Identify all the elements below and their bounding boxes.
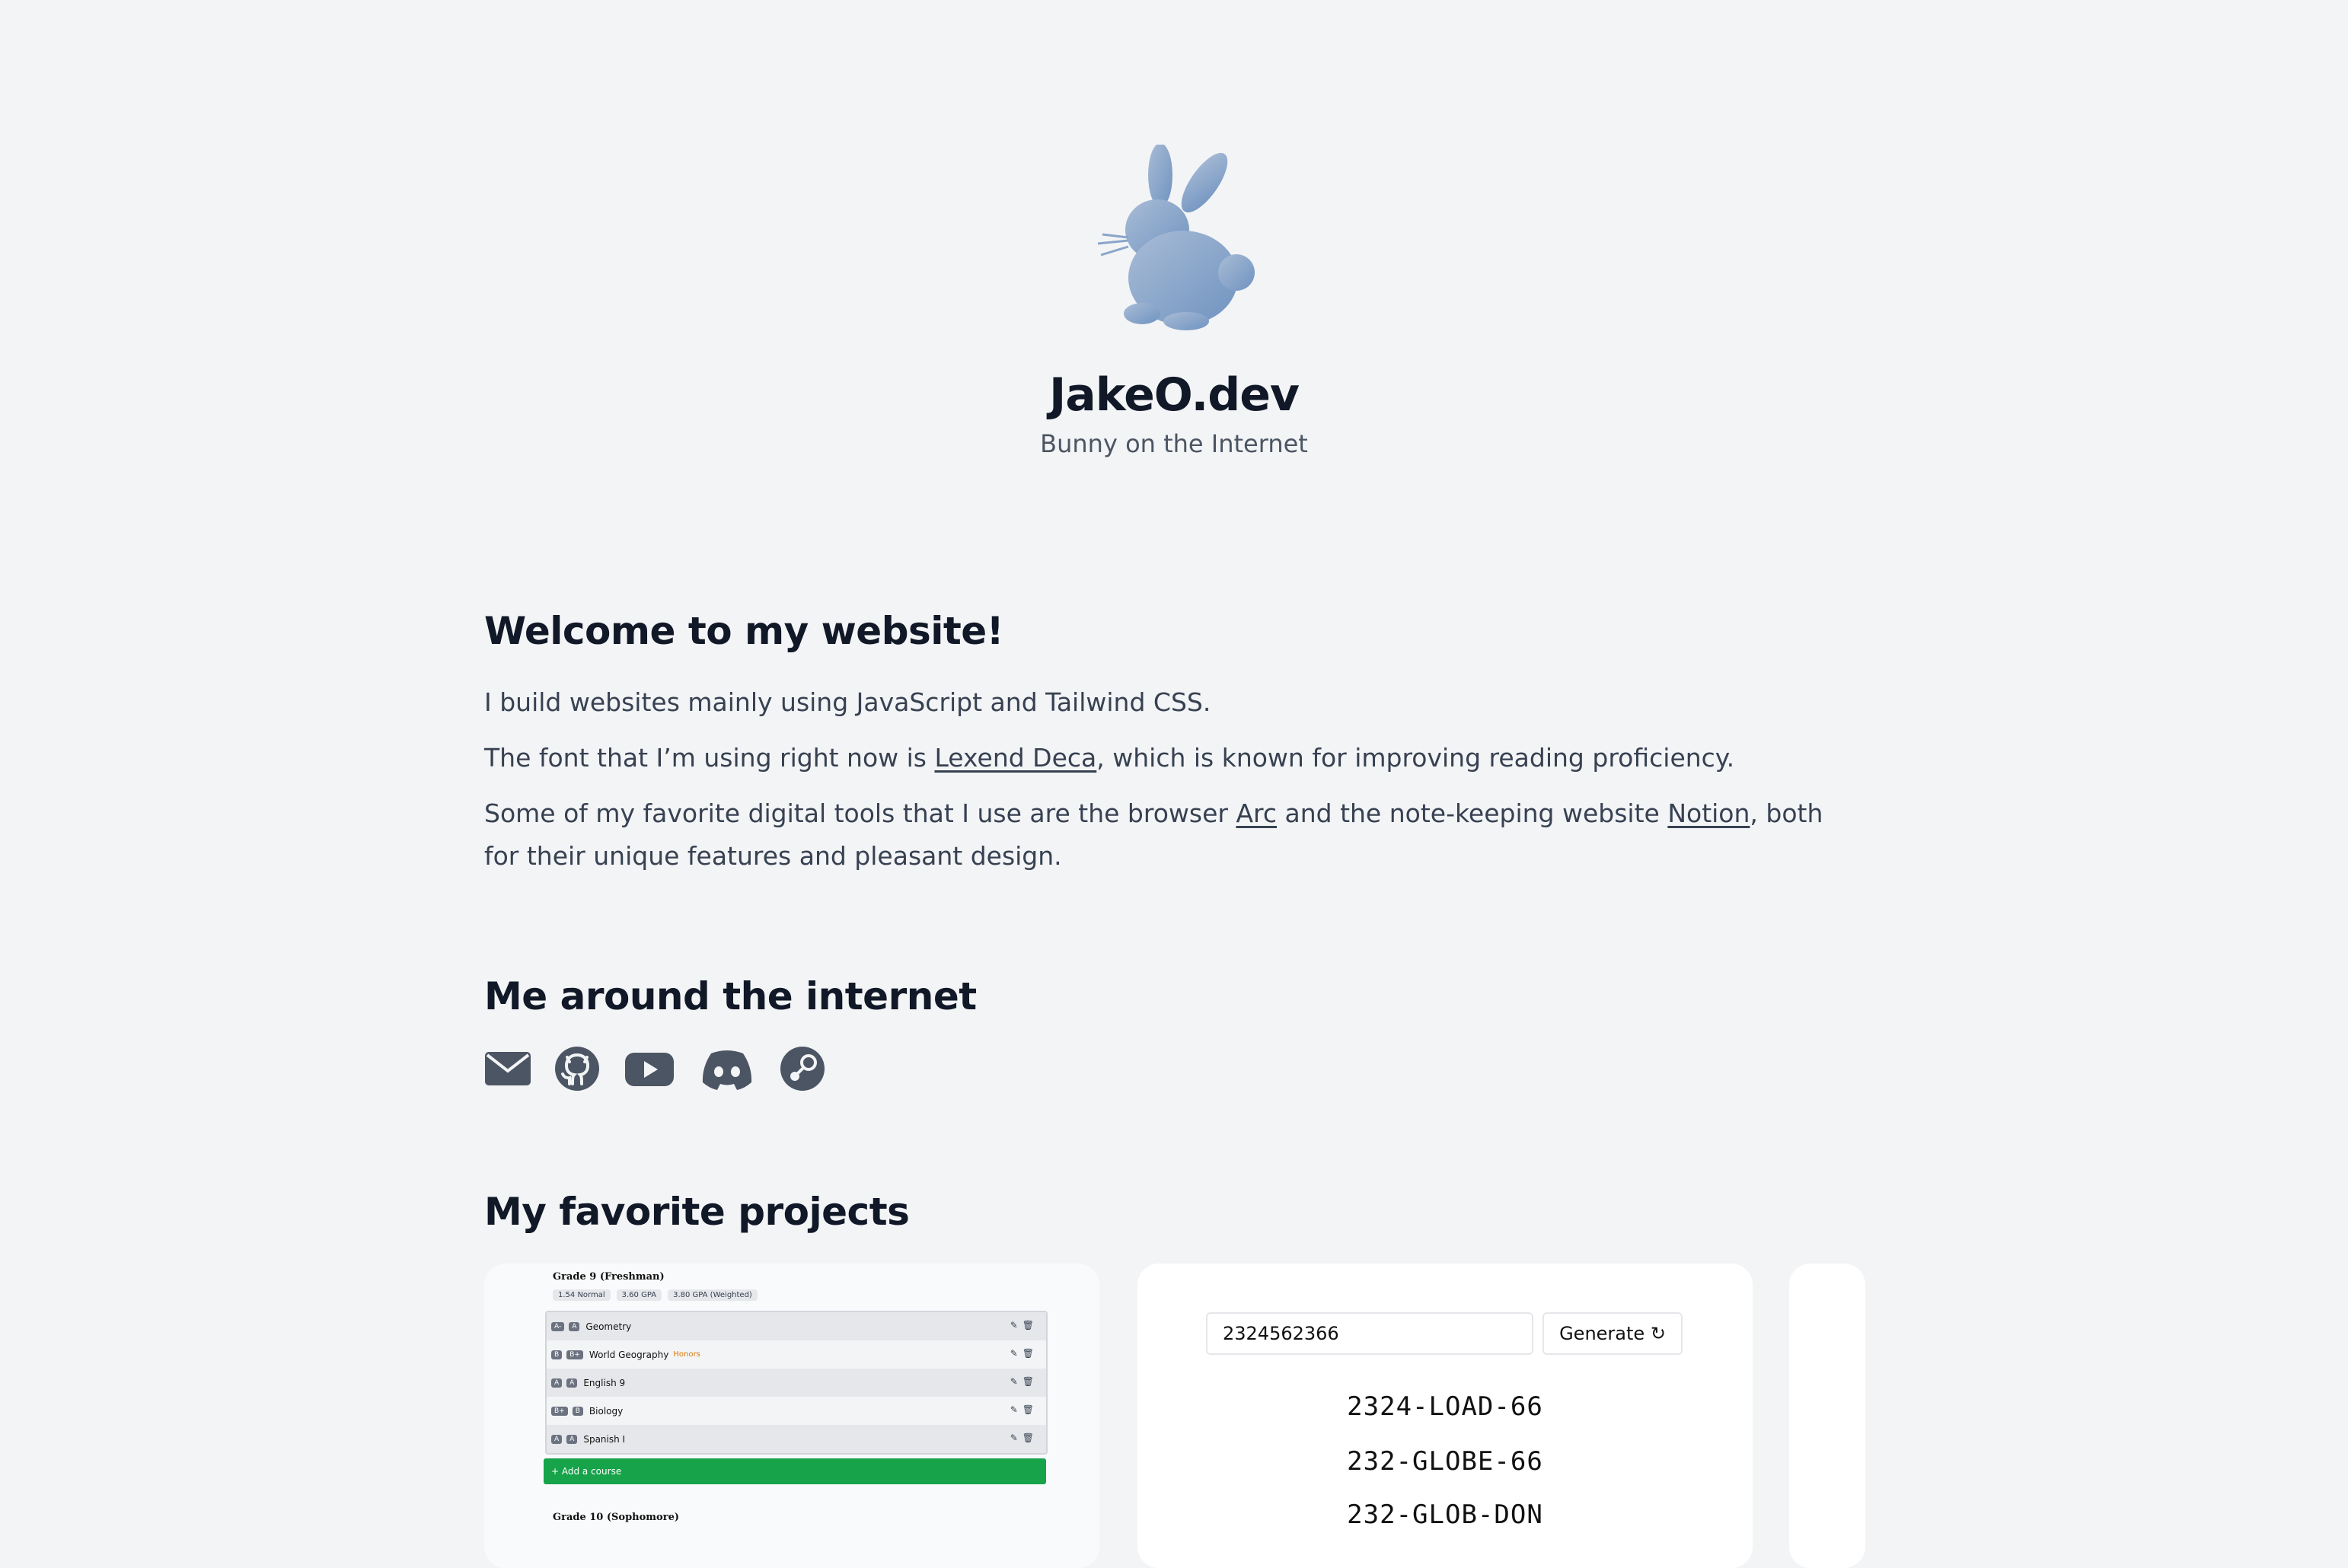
grade-heading: Grade 9 (Freshman) bbox=[553, 1271, 665, 1283]
add-course-button: + Add a course bbox=[544, 1458, 1046, 1484]
course-name: Spanish I bbox=[583, 1433, 626, 1445]
edit-delete-icons: ✎🗑 bbox=[1010, 1348, 1038, 1359]
word-combination: 2324-LOAD-66 bbox=[1347, 1391, 1543, 1422]
grade-badge: A- bbox=[551, 1321, 565, 1331]
word-combination: 232-GLOBE-66 bbox=[1347, 1446, 1543, 1477]
tools-text-mid: and the note-keeping website bbox=[1277, 798, 1668, 828]
projects-heading: My favorite projects bbox=[484, 1190, 910, 1234]
welcome-heading: Welcome to my website! bbox=[484, 609, 1004, 653]
refresh-icon: ↻ bbox=[1650, 1323, 1666, 1344]
gpa-summary: 1.54 Normal 3.60 GPA 3.80 GPA (Weighted) bbox=[553, 1289, 758, 1301]
course-name: Biology bbox=[589, 1405, 624, 1417]
edit-delete-icons: ✎🗑 bbox=[1010, 1376, 1038, 1387]
edit-delete-icons: ✎🗑 bbox=[1010, 1320, 1038, 1331]
course-name: World Geography bbox=[589, 1349, 669, 1360]
lexend-deca-link[interactable]: Lexend Deca bbox=[934, 743, 1096, 773]
email-icon[interactable] bbox=[484, 1046, 531, 1092]
grade-badge: A bbox=[551, 1434, 563, 1444]
gpa-pill: 3.60 GPA bbox=[616, 1289, 662, 1301]
youtube-icon[interactable] bbox=[624, 1046, 675, 1092]
tools-text-pre: Some of my favorite digital tools that I… bbox=[484, 798, 1236, 828]
course-name: Geometry bbox=[585, 1321, 632, 1332]
grade-badge: A bbox=[566, 1434, 578, 1444]
arc-link[interactable]: Arc bbox=[1236, 798, 1277, 828]
course-name: English 9 bbox=[583, 1377, 626, 1388]
grade-badge: B+ bbox=[566, 1350, 583, 1359]
gpa-pill: 1.54 Normal bbox=[553, 1289, 611, 1301]
grade-badge: B+ bbox=[551, 1406, 568, 1416]
grade-badge: B bbox=[572, 1406, 583, 1416]
gpa-calculator-project-card[interactable]: Grade 9 (Freshman) 1.54 Normal 3.60 GPA … bbox=[484, 1264, 1099, 1568]
steam-icon[interactable] bbox=[780, 1046, 825, 1092]
font-text-post: , which is known for improving reading p… bbox=[1096, 743, 1735, 773]
honors-label: Honors bbox=[673, 1350, 700, 1359]
course-row: B+ B Biology ✎🗑 bbox=[547, 1397, 1046, 1425]
internet-heading: Me around the internet bbox=[484, 974, 977, 1018]
grade-heading: Grade 10 (Sophomore) bbox=[553, 1512, 679, 1523]
course-row: AA English 9 ✎🗑 bbox=[547, 1369, 1046, 1397]
word-combination: 232-GLOB-DON bbox=[1347, 1499, 1543, 1530]
notion-link[interactable]: Notion bbox=[1667, 798, 1750, 828]
grade-badge: A bbox=[551, 1378, 563, 1388]
course-table: A- A Geometry ✎🗑 B B+ World Geography Hono… bbox=[545, 1311, 1048, 1455]
font-paragraph: The font that I’m using right now is Lex… bbox=[484, 737, 1862, 779]
discord-icon[interactable] bbox=[700, 1046, 754, 1092]
project-card-partial[interactable] bbox=[1789, 1264, 1865, 1568]
generate-button: Generate ↻ bbox=[1542, 1312, 1683, 1355]
grade-badge: A bbox=[566, 1378, 578, 1388]
grade-badge: A bbox=[569, 1321, 580, 1331]
grade-badge: B bbox=[551, 1350, 563, 1359]
phone-number-input: 2324562366 bbox=[1206, 1312, 1533, 1355]
font-text-pre: The font that I’m using right now is bbox=[484, 743, 935, 773]
course-row: AA Spanish I ✎🗑 bbox=[547, 1425, 1046, 1453]
phone-word-project-card[interactable]: 2324562366 Generate ↻ 2324-LOAD-66 232-G… bbox=[1137, 1264, 1753, 1568]
bunny-logo-icon bbox=[1098, 145, 1255, 330]
intro-paragraph: I build websites mainly using JavaScript… bbox=[484, 687, 1211, 717]
gpa-pill: 3.80 GPA (Weighted) bbox=[668, 1289, 758, 1301]
tools-paragraph: Some of my favorite digital tools that I… bbox=[484, 792, 1862, 878]
course-row: A- A Geometry ✎🗑 bbox=[547, 1312, 1046, 1340]
site-subtitle: Bunny on the Internet bbox=[1040, 429, 1308, 458]
generate-label: Generate bbox=[1559, 1323, 1645, 1344]
course-row: B B+ World Geography Honors ✎🗑 bbox=[547, 1340, 1046, 1369]
github-icon[interactable] bbox=[554, 1046, 600, 1092]
site-title: JakeO.dev bbox=[1048, 368, 1300, 422]
edit-delete-icons: ✎🗑 bbox=[1010, 1433, 1038, 1443]
edit-delete-icons: ✎🗑 bbox=[1010, 1404, 1038, 1415]
